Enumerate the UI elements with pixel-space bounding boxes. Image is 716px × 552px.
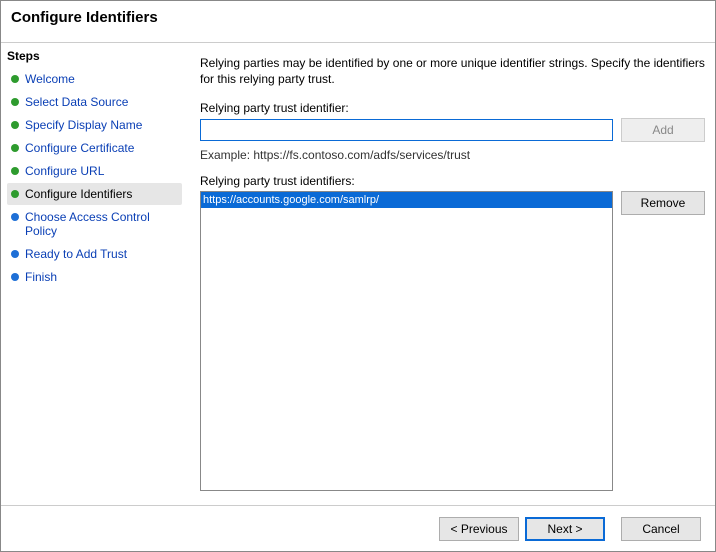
step-label: Select Data Source: [25, 95, 128, 109]
step-configure-identifiers[interactable]: Configure Identifiers: [7, 183, 182, 205]
title-area: Configure Identifiers: [1, 1, 715, 43]
step-ready-to-add-trust[interactable]: Ready to Add Trust: [7, 243, 182, 265]
step-label: Choose Access Control Policy: [25, 210, 178, 238]
identifier-input-row: Add: [200, 118, 705, 142]
step-label: Specify Display Name: [25, 118, 142, 132]
step-label: Welcome: [25, 72, 75, 86]
step-finish[interactable]: Finish: [7, 266, 182, 288]
identifiers-listbox[interactable]: https://accounts.google.com/samlrp/: [200, 191, 613, 491]
step-select-data-source[interactable]: Select Data Source: [7, 91, 182, 113]
wizard-title: Configure Identifiers: [11, 9, 705, 26]
identifier-field-label: Relying party trust identifier:: [200, 101, 705, 115]
cancel-button[interactable]: Cancel: [621, 517, 701, 541]
identifiers-list-label: Relying party trust identifiers:: [200, 174, 705, 188]
identifiers-row: https://accounts.google.com/samlrp/ Remo…: [200, 191, 705, 491]
next-button[interactable]: Next >: [525, 517, 605, 541]
step-label: Configure Certificate: [25, 141, 134, 155]
main-row: Steps Welcome Select Data Source Specify…: [1, 43, 715, 505]
step-label: Ready to Add Trust: [25, 247, 127, 261]
wizard-footer: < Previous Next > Cancel: [1, 505, 715, 551]
bullet-icon: [11, 75, 19, 83]
step-specify-display-name[interactable]: Specify Display Name: [7, 114, 182, 136]
steps-sidebar: Steps Welcome Select Data Source Specify…: [1, 43, 186, 505]
bullet-icon: [11, 121, 19, 129]
bullet-icon: [11, 190, 19, 198]
identifier-list-item[interactable]: https://accounts.google.com/samlrp/: [201, 192, 612, 208]
remove-button[interactable]: Remove: [621, 191, 705, 215]
bullet-icon: [11, 144, 19, 152]
bullet-icon: [11, 273, 19, 281]
wizard-window: Configure Identifiers Steps Welcome Sele…: [0, 0, 716, 552]
step-label: Finish: [25, 270, 57, 284]
example-text: Example: https://fs.contoso.com/adfs/ser…: [200, 148, 705, 162]
bullet-icon: [11, 213, 19, 221]
step-welcome[interactable]: Welcome: [7, 68, 182, 90]
add-button[interactable]: Add: [621, 118, 705, 142]
bullet-icon: [11, 98, 19, 106]
bullet-icon: [11, 167, 19, 175]
previous-button[interactable]: < Previous: [439, 517, 519, 541]
step-label: Configure URL: [25, 164, 104, 178]
identifier-list-item-text: https://accounts.google.com/samlrp/: [201, 192, 501, 208]
description-text: Relying parties may be identified by one…: [200, 55, 705, 87]
step-configure-url[interactable]: Configure URL: [7, 160, 182, 182]
identifier-input[interactable]: [200, 119, 613, 141]
bullet-icon: [11, 250, 19, 258]
step-label: Configure Identifiers: [25, 187, 132, 201]
content-panel: Relying parties may be identified by one…: [186, 43, 715, 505]
steps-heading: Steps: [7, 47, 182, 67]
step-configure-certificate[interactable]: Configure Certificate: [7, 137, 182, 159]
step-choose-access-control-policy[interactable]: Choose Access Control Policy: [7, 206, 182, 242]
